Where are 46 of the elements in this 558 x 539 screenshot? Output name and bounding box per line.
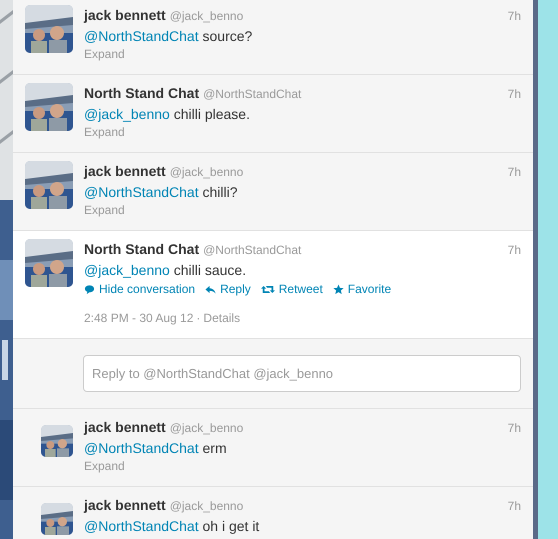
tweet-time[interactable]: 7h [508, 243, 521, 257]
mention-link[interactable]: @NorthStandChat [84, 28, 199, 44]
tweet-time[interactable]: 7h [508, 9, 521, 23]
details-link[interactable]: Details [203, 311, 240, 325]
user-handle[interactable]: @jack_benno [170, 165, 244, 179]
tweet-text: @jack_benno chilli please. [84, 105, 251, 123]
reply-field[interactable]: Reply to @NorthStandChat @jack_benno [83, 355, 521, 392]
expand-link[interactable]: Expand [84, 459, 125, 473]
tweet-text: @jack_benno chilli sauce. [84, 261, 248, 279]
user-name[interactable]: jack bennett [84, 7, 166, 23]
expand-link[interactable]: Expand [84, 47, 125, 61]
tweet-text: @NorthStandChat chilli? [84, 183, 239, 201]
action-link[interactable]: Retweet [260, 282, 323, 296]
user-handle[interactable]: @jack_benno [170, 499, 244, 513]
user-name[interactable]: jack bennett [84, 497, 166, 513]
user-name[interactable]: North Stand Chat [84, 85, 200, 101]
star-icon [332, 284, 344, 294]
reply-arrow-icon [205, 284, 216, 294]
user-handle[interactable]: @jack_benno [170, 9, 244, 23]
user-name[interactable]: jack bennett [84, 419, 166, 435]
expand-link[interactable]: Expand [84, 203, 125, 217]
mention-link[interactable]: @NorthStandChat [84, 184, 199, 200]
action-link[interactable]: Reply [205, 282, 251, 296]
mention-link[interactable]: @jack_benno [84, 106, 170, 122]
tweet-time[interactable]: 7h [508, 421, 521, 435]
retweet-icon [260, 284, 275, 294]
tweet-time[interactable]: 7h [508, 87, 521, 101]
user-name[interactable]: North Stand Chat [84, 241, 200, 257]
tweet-text: @NorthStandChat source? [84, 27, 254, 45]
mention-link[interactable]: @NorthStandChat [84, 440, 199, 456]
timestamp: 2:48 PM - 30 Aug 12 [84, 311, 194, 325]
action-link[interactable]: Hide conversation [84, 282, 196, 296]
user-handle[interactable]: @NorthStandChat [203, 87, 302, 101]
mention-link[interactable]: @NorthStandChat [84, 518, 199, 534]
separator-dot: · [196, 311, 200, 325]
user-handle[interactable]: @NorthStandChat [203, 243, 302, 257]
expand-link[interactable]: Expand [84, 125, 125, 139]
user-name[interactable]: jack bennett [84, 163, 166, 179]
tweet-time[interactable]: 7h [508, 165, 521, 179]
user-handle[interactable]: @jack_benno [170, 421, 244, 435]
mention-link[interactable]: @jack_benno [84, 262, 170, 278]
tweet-text: @NorthStandChat erm [84, 439, 228, 457]
speech-bubble-icon [84, 284, 95, 294]
tweet-text: @NorthStandChat oh i get it [84, 517, 260, 535]
tweet-time[interactable]: 7h [508, 499, 521, 513]
action-link[interactable]: Favorite [332, 282, 392, 296]
